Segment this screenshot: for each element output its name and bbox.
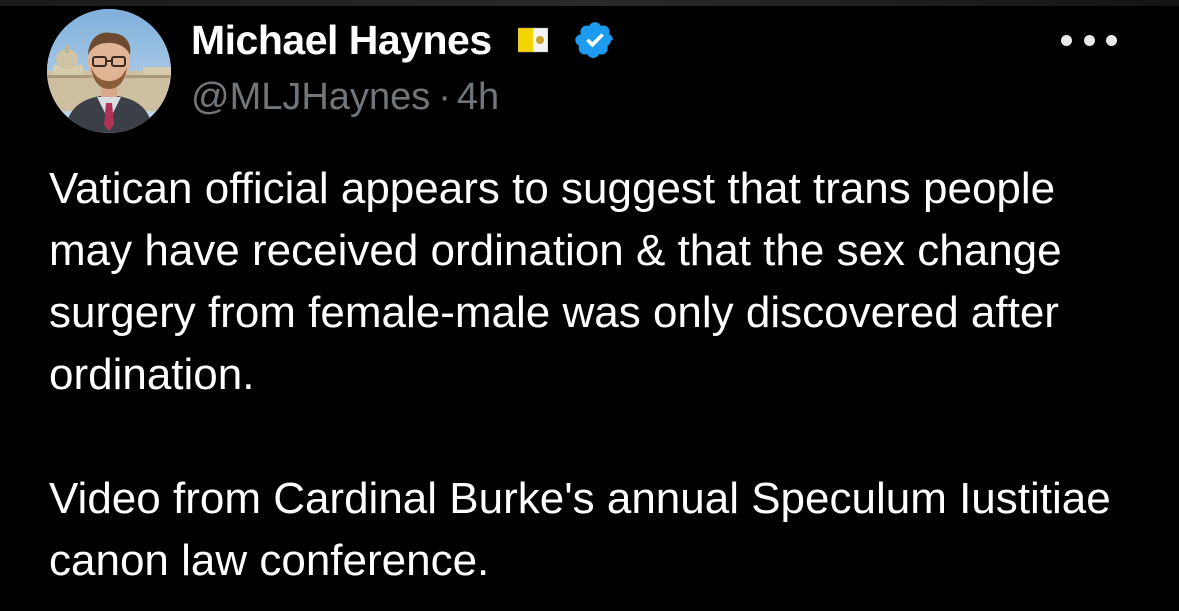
- avatar[interactable]: [47, 9, 171, 133]
- more-options-button[interactable]: [1061, 30, 1117, 50]
- tweet-timestamp[interactable]: 4h: [457, 76, 499, 118]
- tweet-paragraph: Video from Cardinal Burke's annual Specu…: [49, 474, 1111, 585]
- author-name-row: Michael Haynes: [191, 15, 616, 65]
- more-options-icon-dot: [1083, 34, 1095, 46]
- tweet-card[interactable]: Michael Haynes @MLJHaynes · 4h Vatican off…: [0, 0, 1179, 611]
- more-options-icon: [1061, 34, 1072, 46]
- avatar-photo: [47, 9, 171, 133]
- author-handle[interactable]: @MLJHaynes: [191, 76, 430, 118]
- tweet-paragraph: Vatican official appears to suggest that…: [49, 164, 1062, 399]
- author-handle-row: @MLJHaynes · 4h: [191, 76, 499, 119]
- vatican-flag-icon: [517, 24, 548, 56]
- tweet-body: Vatican official appears to suggest that…: [49, 158, 1149, 592]
- meta-separator: ·: [438, 76, 451, 118]
- more-options-icon-dot: [1106, 34, 1117, 46]
- verified-badge-icon[interactable]: [574, 19, 616, 61]
- author-display-name[interactable]: Michael Haynes: [191, 17, 492, 64]
